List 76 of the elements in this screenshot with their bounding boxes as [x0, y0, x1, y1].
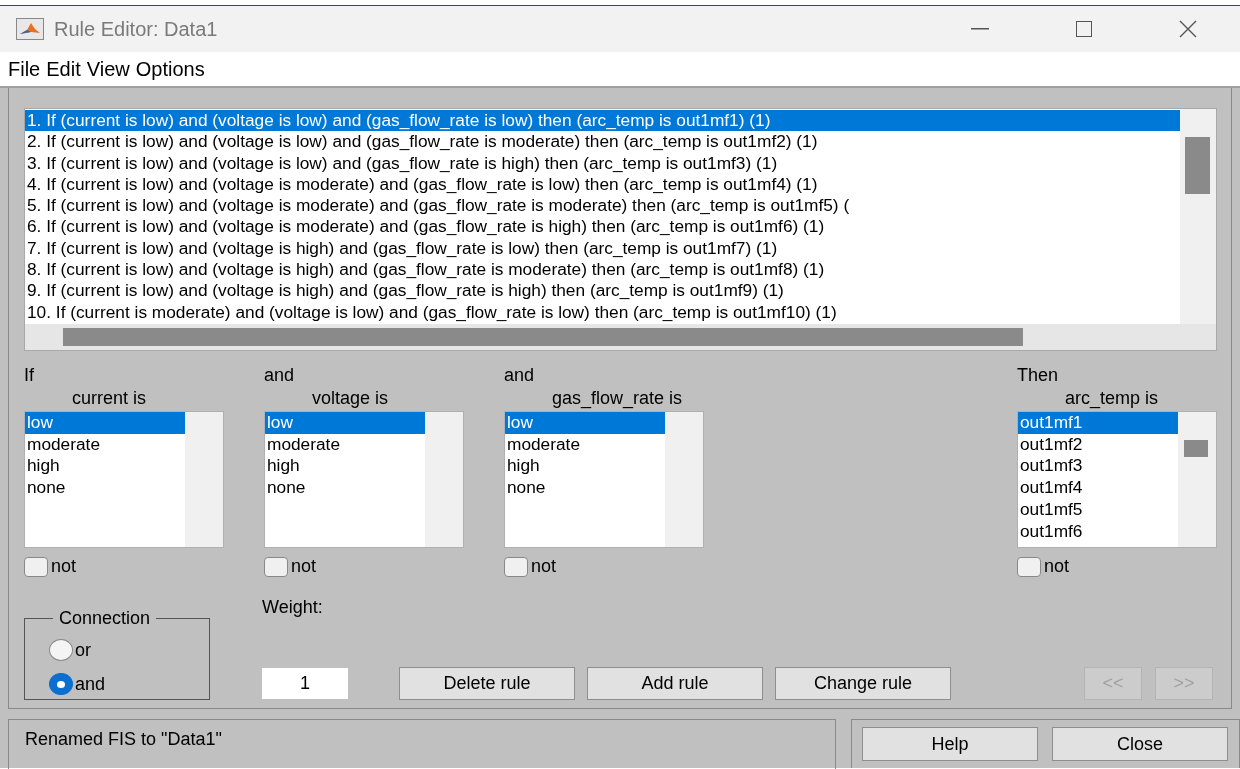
rule-item[interactable]: 6. If (current is low) and (voltage is moderate) and (gas_flow_rate is high) then (arc_temp is out1mf6) (1) [25, 216, 1180, 238]
radio-button[interactable] [49, 673, 73, 695]
rule-item[interactable]: 1. If (current is low) and (voltage is low) and (gas_flow_rate is low) then (arc_temp is out1mf1) (1) [25, 110, 1180, 132]
not-checkbox[interactable] [264, 556, 288, 577]
rule-item[interactable]: 4. If (current is low) and (voltage is moderate) and (gas_flow_rate is low) then (arc_temp is out1mf4) (1) [25, 173, 1180, 196]
radio-label: or [75, 639, 91, 661]
rule-item[interactable]: 9. If (current is low) and (voltage is high) and (gas_flow_rate is high) then (arc_temp is out1mf9) (1) [25, 280, 1180, 302]
vertical-scrollbar[interactable] [665, 412, 703, 547]
scroll-thumb[interactable] [63, 328, 1023, 346]
not-label: not [291, 556, 317, 577]
weight-field[interactable]: 1 [262, 668, 348, 699]
vertical-scrollbar[interactable] [1178, 412, 1216, 547]
rule-button[interactable]: Change rule [775, 667, 951, 700]
not-label: not [531, 556, 557, 577]
list-item[interactable]: moderate [25, 433, 185, 456]
list-item[interactable]: out1mf4 [1018, 477, 1178, 499]
radio-label: and [75, 673, 106, 695]
rule-button[interactable]: Delete rule [399, 667, 575, 700]
not-label: not [51, 556, 77, 577]
rule-item[interactable]: 8. If (current is low) and (voltage is high) and (gas_flow_rate is moderate) then (arc_temp is out1mf8) (1) [25, 259, 1180, 281]
weight-label: Weight: [262, 597, 324, 618]
list-item[interactable]: none [505, 477, 665, 499]
footer-button[interactable]: Help [862, 727, 1038, 761]
list-item[interactable]: none [265, 477, 425, 499]
radio-button[interactable] [49, 639, 73, 661]
rule-item[interactable]: 7. If (current is low) and (voltage is high) and (gas_flow_rate is low) then (arc_temp is out1mf7) (1) [25, 237, 1180, 260]
list-item[interactable]: moderate [265, 433, 425, 456]
not-label: not [1044, 556, 1070, 577]
list-item[interactable]: high [505, 455, 665, 478]
connector-label: If [24, 365, 35, 387]
list-item[interactable]: out1mf1 [1018, 412, 1178, 434]
scroll-thumb[interactable] [1185, 137, 1210, 194]
horizontal-scrollbar[interactable] [25, 324, 1216, 350]
list-item[interactable]: low [265, 412, 425, 434]
close-icon[interactable] [1179, 20, 1197, 38]
list-item[interactable]: out1mf6 [1018, 520, 1178, 543]
not-checkbox[interactable] [504, 556, 528, 577]
rule-item[interactable]: 10. If (current is moderate) and (voltage is low) and (gas_flow_rate is low) then (arc_temp is out1mf10) (1) [25, 301, 1180, 323]
minimize-icon[interactable] [971, 28, 989, 30]
list-item[interactable]: low [25, 412, 185, 434]
not-checkbox[interactable] [24, 556, 48, 577]
list-item[interactable]: out1mf5 [1018, 498, 1178, 521]
connection-title: Connection [58, 608, 152, 629]
rule-list[interactable] [25, 109, 1180, 324]
list-item[interactable]: high [25, 455, 185, 478]
status-message: Renamed FIS to "Data1" [8, 719, 836, 769]
list-item[interactable]: moderate [505, 433, 665, 456]
app-logo-icon [16, 18, 44, 40]
variable-label: gas_flow_rate is [552, 388, 683, 408]
rule-button[interactable]: Add rule [587, 667, 763, 700]
list-item[interactable]: high [265, 455, 425, 478]
list-item[interactable]: out1mf2 [1018, 433, 1178, 456]
rule-item[interactable]: 3. If (current is low) and (voltage is low) and (gas_flow_rate is high) then (arc_temp is out1mf3) (1) [25, 152, 1180, 174]
variable-label: voltage is [312, 388, 389, 408]
variable-label: arc_temp is [1065, 388, 1159, 408]
menu-item[interactable]: File [6, 57, 45, 81]
vertical-scrollbar[interactable] [185, 412, 223, 547]
menu-item[interactable]: Edit [44, 57, 85, 81]
window-title: Rule Editor: Data1 [54, 17, 219, 41]
connector-label: Then [1017, 365, 1060, 387]
vertical-scrollbar[interactable] [1180, 109, 1216, 324]
connector-label: and [504, 365, 536, 387]
rule-item[interactable]: 2. If (current is low) and (voltage is low) and (gas_flow_rate is moderate) then (arc_temp is out1mf2) (1) [25, 131, 1180, 153]
menu-item[interactable]: View [84, 57, 134, 81]
list-item[interactable]: low [505, 412, 665, 434]
menu-item[interactable]: Options [133, 57, 209, 81]
maximize-icon[interactable] [1076, 21, 1092, 37]
variable-label: current is [72, 388, 147, 408]
not-checkbox[interactable] [1017, 556, 1041, 577]
connector-label: and [264, 365, 296, 387]
scroll-thumb[interactable] [1184, 440, 1208, 457]
vertical-scrollbar[interactable] [425, 412, 463, 547]
list-item[interactable]: out1mf3 [1018, 455, 1178, 478]
rule-item[interactable]: 5. If (current is low) and (voltage is moderate) and (gas_flow_rate is moderate) then (arc_temp is out1mf5) ( [25, 195, 1180, 217]
footer-button[interactable]: Close [1052, 727, 1228, 761]
list-item[interactable]: none [25, 477, 185, 499]
